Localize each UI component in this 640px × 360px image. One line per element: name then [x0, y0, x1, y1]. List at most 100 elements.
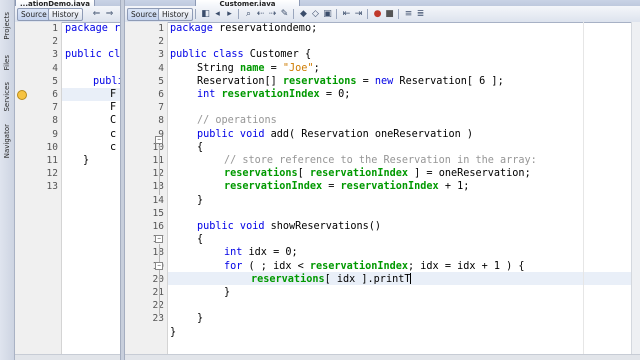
side-panel-strip: Projects Files Services Navigator [0, 0, 15, 360]
code-line-20: reservations[ idx ].printT [251, 273, 412, 285]
line-number: 1 [158, 23, 164, 34]
line-number: 8 [158, 115, 164, 127]
fold-guide [159, 145, 160, 195]
left-line-gutter: 1 2 3 4 5 6 7 8 9 10 11 12 13 [15, 22, 62, 360]
left-code-area[interactable]: package r public cl publi F F C c c } [65, 22, 120, 360]
comment-icon[interactable]: ≡ [403, 9, 414, 19]
line-number: 4 [52, 62, 58, 74]
fold-guide [159, 244, 160, 316]
line-number: 13 [46, 181, 58, 193]
code-line-10: { [197, 141, 204, 153]
code-line-24: } [170, 326, 177, 338]
code-line-3: public class Customer { [170, 49, 312, 61]
hint-bulb-icon[interactable] [17, 90, 27, 100]
line-number: 8 [52, 115, 58, 127]
toggle-bookmark-icon[interactable]: ▣ [322, 9, 333, 19]
line-number: 3 [158, 49, 164, 61]
code-line-14: } [197, 194, 204, 206]
line-number: 7 [52, 102, 58, 114]
code-line-4: String name = "Joe"; [197, 62, 320, 74]
services-tab[interactable]: Services [0, 78, 14, 116]
code-line: } [83, 155, 90, 166]
code-line-16: public void showReservations() [197, 221, 382, 232]
right-editor-pane: Customer.java Source History ◧ ◂ ▸ ⌕ ⇠ ⇢… [125, 0, 640, 360]
line-number: 2 [158, 36, 164, 48]
stop-macro-icon[interactable]: ■ [384, 9, 395, 19]
services-tab-label: Services [3, 82, 11, 112]
toolbar-separator [238, 9, 239, 19]
line-number: 12 [46, 168, 58, 180]
left-history-button[interactable]: History [48, 8, 83, 21]
next-bookmark-icon[interactable]: ◇ [310, 9, 321, 19]
find-next-icon[interactable]: ⇢ [267, 9, 278, 19]
line-number: 2 [52, 36, 58, 48]
navigator-tab-label: Navigator [3, 123, 11, 159]
find-previous-icon[interactable]: ⇠ [255, 9, 266, 19]
right-horizontal-scrollbar[interactable] [125, 354, 640, 360]
toolbar-separator [293, 9, 294, 19]
line-number: 4 [158, 62, 164, 74]
fold-toggle-icon[interactable]: − [155, 136, 163, 144]
right-code-area[interactable]: package reservationdemo; public class Cu… [170, 22, 630, 360]
right-source-button[interactable]: Source [127, 8, 161, 21]
code-line-13: reservationIndex = reservationIndex + 1; [224, 181, 470, 193]
left-horizontal-scrollbar[interactable] [15, 354, 120, 360]
code-line-18: int idx = 0; [224, 247, 298, 259]
record-macro-icon[interactable]: ● [372, 9, 383, 19]
left-editor-pane: ...ationDemo.java Source History ⇐ ⇒ 1 2… [15, 0, 120, 360]
left-back-icon[interactable]: ⇐ [91, 9, 102, 19]
code-line: c [110, 141, 117, 153]
code-line: publi [93, 75, 120, 87]
code-line-23: } [197, 313, 204, 325]
prev-bookmark-icon[interactable]: ◆ [298, 9, 309, 19]
left-editor-toolbar: Source History ⇐ ⇒ [15, 6, 120, 23]
right-history-button[interactable]: History [158, 8, 193, 21]
shift-right-icon[interactable]: ⇥ [353, 9, 364, 19]
uncomment-icon[interactable]: ≣ [415, 9, 426, 19]
files-tab-label: Files [3, 55, 11, 71]
last-edit-icon[interactable]: ◧ [200, 9, 211, 19]
code-line-11: // store reference to the Reservation in… [224, 155, 537, 166]
line-number: 3 [52, 49, 58, 61]
fold-toggle-icon[interactable]: − [155, 262, 163, 270]
line-number: 6 [158, 89, 164, 100]
fold-toggle-icon[interactable]: − [155, 235, 163, 243]
code-line: F [110, 89, 117, 100]
line-number: 5 [52, 75, 58, 87]
forward-icon[interactable]: ▸ [224, 9, 235, 19]
toolbar-separator [367, 9, 368, 19]
code-line-9: public void add( Reservation oneReservat… [197, 128, 474, 140]
code-line: c [110, 128, 117, 140]
projects-tab-label: Projects [3, 12, 11, 40]
right-editor-toolbar: Source History ◧ ◂ ▸ ⌕ ⇠ ⇢ ✎ ◆ ◇ ▣ ⇤ ⇥ ●… [125, 6, 640, 23]
line-number: 7 [158, 102, 164, 114]
text-caret [410, 273, 412, 285]
code-line: package r [65, 23, 120, 34]
toolbar-separator [195, 9, 196, 19]
left-source-button[interactable]: Source [17, 8, 51, 21]
code-line-1: package reservationdemo; [170, 23, 318, 34]
files-tab[interactable]: Files [0, 50, 14, 76]
toolbar-separator [398, 9, 399, 19]
code-line: public cl [65, 49, 120, 61]
line-number: 16 [152, 221, 164, 232]
code-line-21: } [224, 287, 231, 298]
find-icon[interactable]: ⌕ [243, 9, 254, 19]
code-line-8: // operations [197, 115, 277, 127]
projects-tab[interactable]: Projects [0, 4, 14, 48]
shift-left-icon[interactable]: ⇤ [341, 9, 352, 19]
line-number: 9 [52, 128, 58, 140]
toggle-highlight-icon[interactable]: ✎ [279, 9, 290, 19]
right-vertical-scrollbar[interactable] [631, 22, 640, 360]
line-number: 11 [46, 155, 58, 166]
code-line-5: Reservation[] reservations = new Reserva… [197, 75, 504, 87]
code-line-6: int reservationIndex = 0; [197, 89, 351, 100]
navigator-tab[interactable]: Navigator [0, 118, 14, 164]
code-line: F [110, 102, 117, 114]
back-icon[interactable]: ◂ [212, 9, 223, 19]
line-number: 5 [158, 75, 164, 87]
code-line-17: { [197, 234, 204, 246]
code-line-12: reservations[ reservationIndex ] = oneRe… [224, 168, 531, 180]
toolbar-separator [336, 9, 337, 19]
left-forward-icon[interactable]: ⇒ [104, 9, 115, 19]
